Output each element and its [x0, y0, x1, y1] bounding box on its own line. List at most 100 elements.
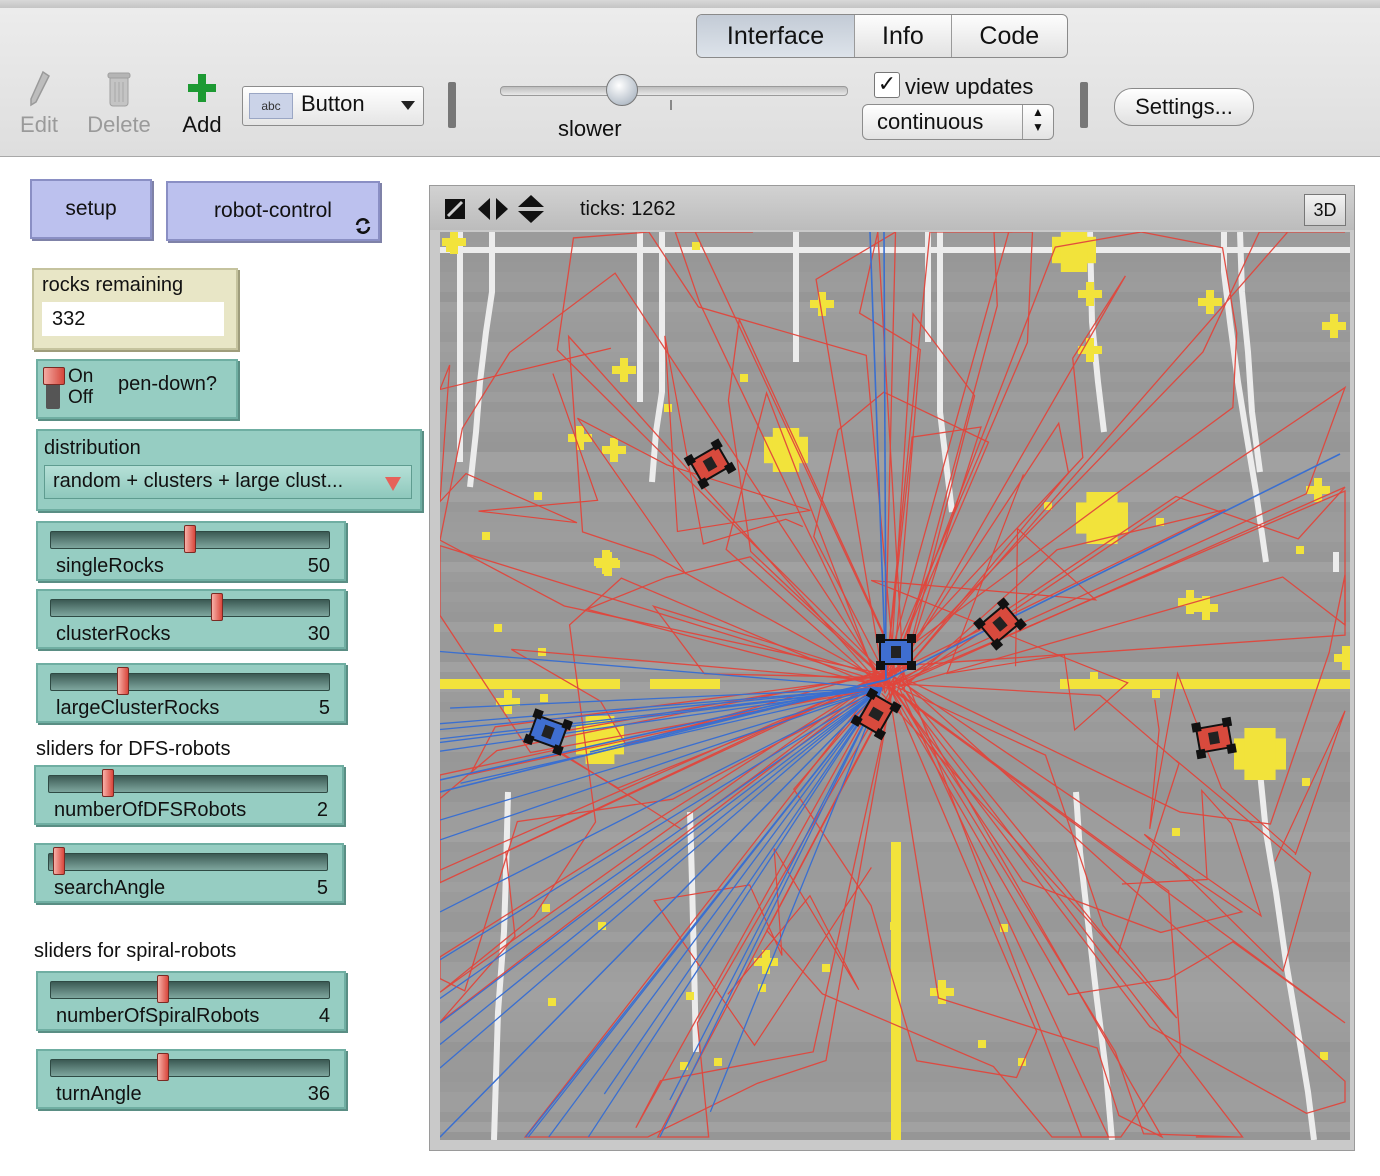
rock	[1206, 290, 1214, 314]
world-view: ticks: 1262 3D	[429, 185, 1355, 1151]
vertical-arrows-icon[interactable]	[516, 194, 546, 224]
terrain-band	[440, 622, 1350, 632]
rock	[1244, 728, 1276, 780]
rock	[494, 624, 502, 632]
terrain-band	[440, 472, 1350, 482]
delete-button[interactable]: Delete	[84, 70, 154, 138]
edit-button[interactable]: Edit	[14, 70, 64, 138]
slider-track[interactable]	[50, 981, 330, 999]
rock	[1086, 282, 1094, 306]
slider-thumb[interactable]	[157, 1053, 170, 1081]
slider-track[interactable]	[50, 599, 330, 617]
distribution-chooser[interactable]: distribution random + clusters + large c…	[36, 429, 422, 511]
speed-slider-thumb[interactable]	[606, 74, 638, 106]
slider-thumb[interactable]	[101, 769, 114, 797]
slider-track[interactable]	[50, 673, 330, 691]
window-title-strip	[0, 0, 1380, 8]
tab-interface[interactable]: Interface	[697, 15, 856, 57]
slider-track[interactable]	[50, 1059, 330, 1077]
rock	[620, 358, 628, 382]
slider-name: searchAngle	[54, 877, 166, 899]
slider-clusterrocks[interactable]: clusterRocks 30	[36, 589, 346, 649]
view-tabs: Interface Info Code	[696, 14, 1068, 58]
rock	[450, 232, 458, 254]
monitor-label: rocks remaining	[42, 274, 184, 296]
slider-thumb[interactable]	[184, 525, 196, 553]
switch-label: pen-down?	[118, 373, 217, 395]
slider-thumb[interactable]	[53, 847, 66, 875]
terrain-band	[440, 332, 1350, 342]
update-mode-label: continuous	[877, 109, 984, 134]
terrain-band	[440, 372, 1350, 382]
3d-view-button[interactable]: 3D	[1304, 194, 1346, 226]
rock	[1152, 690, 1160, 698]
slider-value: 30	[307, 623, 330, 645]
terrain-band	[440, 822, 1350, 832]
slider-numberofspiralrobots[interactable]: numberOfSpiralRobots 4	[36, 971, 346, 1031]
widget-type-label: Button	[301, 91, 365, 116]
note-dfs-sliders: sliders for DFS-robots	[36, 738, 231, 760]
slider-name: turnAngle	[56, 1083, 142, 1105]
slider-largeclusterrocks[interactable]: largeClusterRocks 5	[36, 663, 346, 723]
slider-value: 50	[307, 555, 330, 577]
terrain-band	[440, 492, 1350, 502]
horizontal-arrows-icon[interactable]	[476, 196, 510, 222]
robot	[876, 634, 916, 670]
rock	[610, 438, 618, 462]
slider-numberofdfsrobots[interactable]: numberOfDFSRobots 2	[34, 765, 344, 825]
slider-name: clusterRocks	[56, 623, 171, 645]
plus-icon	[188, 74, 216, 102]
slider-thumb[interactable]	[210, 593, 223, 621]
terrain-band	[440, 482, 1350, 492]
speed-slider-track[interactable]	[500, 86, 848, 96]
tick-counter: ticks: 1262	[580, 198, 676, 220]
rock	[890, 922, 898, 930]
pen-down-switch[interactable]: On Off pen-down?	[36, 359, 238, 419]
slider-track[interactable]	[48, 775, 328, 793]
widget-type-select[interactable]: abc Button	[242, 86, 424, 126]
rocks-remaining-monitor: rocks remaining 332	[32, 268, 238, 350]
terrain-band	[440, 382, 1350, 392]
note-spiral-sliders: sliders for spiral-robots	[34, 940, 237, 962]
world-canvas[interactable]	[440, 232, 1350, 1140]
slider-thumb[interactable]	[117, 667, 129, 695]
update-mode-select[interactable]: continuous ▲ ▼	[862, 104, 1054, 140]
rock	[1060, 232, 1088, 272]
rock	[1090, 672, 1098, 680]
slider-track[interactable]	[48, 853, 328, 871]
settings-button[interactable]: Settings...	[1114, 88, 1254, 126]
view-updates-checkbox[interactable]: ✓	[874, 72, 900, 98]
slider-singlerocks[interactable]: singleRocks 50	[36, 521, 346, 581]
terrain-band	[440, 612, 1350, 622]
setup-label: setup	[65, 197, 117, 220]
view-updates-label: view updates	[905, 74, 1034, 99]
rock	[1342, 646, 1350, 670]
toolbar-divider-2	[1080, 82, 1088, 128]
tab-code[interactable]: Code	[952, 15, 1067, 57]
rock	[576, 426, 584, 450]
chooser-value-box[interactable]: random + clusters + large clust...	[44, 465, 412, 499]
rock	[540, 694, 548, 702]
zoom-diagonal-icon[interactable]	[444, 198, 466, 220]
rock	[1296, 546, 1304, 554]
slider-thumb[interactable]	[157, 975, 170, 1003]
switch-thumb[interactable]	[43, 367, 65, 385]
slider-turnangle[interactable]: turnAngle 36	[36, 1049, 346, 1109]
setup-button[interactable]: setup	[30, 179, 152, 239]
add-button[interactable]: Add	[176, 70, 228, 138]
rock	[1186, 590, 1194, 614]
rock	[714, 1058, 722, 1066]
rock	[762, 950, 770, 974]
slider-searchangle[interactable]: searchAngle 5	[34, 843, 344, 903]
rock	[504, 690, 512, 714]
slider-name: singleRocks	[56, 555, 164, 577]
rock	[482, 532, 490, 540]
rock	[664, 404, 672, 412]
slider-value: 5	[318, 697, 330, 719]
terrain-band	[440, 832, 1350, 842]
robot-control-button[interactable]: robot-control	[166, 181, 380, 241]
terrain-band	[440, 342, 1350, 352]
slider-value: 5	[316, 877, 328, 899]
monitor-value: 332	[42, 302, 224, 336]
tab-info[interactable]: Info	[855, 15, 952, 57]
